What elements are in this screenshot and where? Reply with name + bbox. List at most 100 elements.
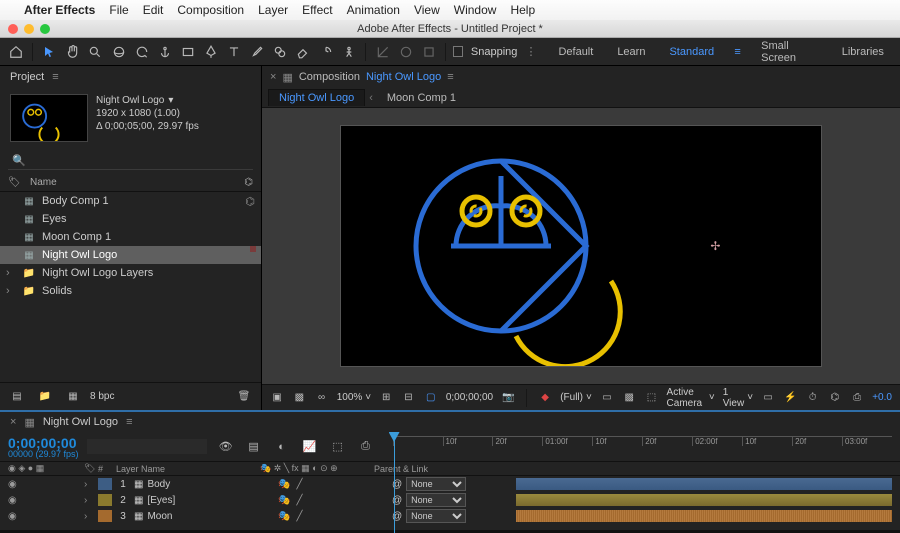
res-dropdown[interactable]: (Full) ˅ bbox=[560, 392, 592, 403]
expand-icon[interactable]: › bbox=[6, 285, 16, 297]
menu-window[interactable]: Window bbox=[454, 3, 497, 17]
new-folder-button[interactable]: 📁 bbox=[34, 386, 56, 408]
expand-icon[interactable]: › bbox=[84, 479, 94, 490]
bpc-label[interactable]: 8 bpc bbox=[90, 391, 114, 402]
home-button[interactable] bbox=[6, 41, 25, 63]
visibility-icon[interactable]: ◉ bbox=[8, 511, 17, 522]
roi-icon[interactable]: ▭ bbox=[600, 387, 614, 409]
guides-icon[interactable]: ▢ bbox=[424, 387, 438, 409]
expand-icon[interactable]: › bbox=[84, 511, 94, 522]
comp-canvas[interactable]: ✢ bbox=[341, 126, 821, 366]
workspace-menu-icon[interactable]: ≡ bbox=[728, 41, 747, 63]
workspace-libraries[interactable]: Libraries bbox=[832, 46, 894, 58]
snapping-checkbox[interactable] bbox=[453, 46, 463, 57]
layer-row[interactable]: ◉ › 2 ▦[Eyes] 🎭╱ @None bbox=[0, 492, 900, 508]
clone-tool[interactable] bbox=[270, 41, 289, 63]
zoom-window-button[interactable] bbox=[40, 24, 50, 34]
list-item[interactable]: ›📁Night Owl Logo Layers bbox=[0, 264, 261, 282]
3d-view-icon[interactable]: ⬚ bbox=[644, 387, 658, 409]
roto-tool[interactable] bbox=[316, 41, 335, 63]
expand-icon[interactable]: › bbox=[6, 267, 16, 279]
tab-moon-comp[interactable]: Moon Comp 1 bbox=[377, 90, 466, 106]
label-swatch[interactable] bbox=[98, 510, 112, 522]
shy-icon[interactable]: 👁 bbox=[215, 436, 237, 458]
current-time[interactable]: 0;00;00;00 bbox=[446, 392, 493, 403]
menu-animation[interactable]: Animation bbox=[347, 3, 400, 17]
label-swatch[interactable] bbox=[98, 478, 112, 490]
channels-icon[interactable]: ◆ bbox=[538, 387, 552, 409]
workspace-smallscreen[interactable]: Small Screen bbox=[751, 40, 828, 64]
layer-bar[interactable] bbox=[516, 478, 892, 490]
render-icon[interactable]: ⎙ bbox=[850, 387, 864, 409]
lock-icon[interactable]: ▦ bbox=[282, 71, 292, 84]
parent-select[interactable]: None bbox=[406, 493, 466, 507]
flowchart-icon[interactable]: ⌬ bbox=[245, 195, 255, 208]
interpret-icon[interactable]: ▤ bbox=[6, 386, 28, 408]
puppet-tool[interactable] bbox=[339, 41, 358, 63]
tab-night-owl[interactable]: Night Owl Logo bbox=[268, 89, 365, 106]
rotate-tool[interactable] bbox=[132, 41, 151, 63]
timeline-icon[interactable]: ⏱ bbox=[806, 387, 820, 409]
close-tab-icon[interactable]: × bbox=[270, 71, 276, 83]
mask-icon[interactable]: ∞ bbox=[314, 387, 328, 409]
close-tab-icon[interactable]: × bbox=[10, 416, 16, 428]
workspace-learn[interactable]: Learn bbox=[607, 46, 655, 58]
layer-row[interactable]: ◉ › 1 ▦Body 🎭╱ @None bbox=[0, 476, 900, 492]
project-tab[interactable]: Project bbox=[10, 71, 44, 83]
lock-icon[interactable]: ▦ bbox=[24, 416, 34, 429]
layer-bar[interactable] bbox=[516, 494, 892, 506]
time-ruler[interactable]: 10f 20f 01:00f 10f 20f 02:00f 10f 20f 03… bbox=[393, 432, 892, 461]
crumb-comp[interactable]: Night Owl Logo bbox=[366, 71, 441, 83]
world-axis-icon[interactable] bbox=[396, 41, 415, 63]
brush-tool[interactable] bbox=[247, 41, 266, 63]
rect-tool[interactable] bbox=[178, 41, 197, 63]
parent-select[interactable]: None bbox=[406, 509, 466, 523]
search-input[interactable] bbox=[32, 155, 249, 167]
pen-tool[interactable] bbox=[201, 41, 220, 63]
anchor-point-icon[interactable]: ✢ bbox=[710, 239, 720, 253]
list-item[interactable]: ▦Eyes bbox=[0, 210, 261, 228]
transparency-icon[interactable]: ▩ bbox=[622, 387, 636, 409]
menu-composition[interactable]: Composition bbox=[177, 3, 244, 17]
orbit-tool[interactable] bbox=[109, 41, 128, 63]
close-window-button[interactable] bbox=[8, 24, 18, 34]
camera-dropdown[interactable]: Active Camera ˅ bbox=[667, 387, 715, 409]
list-item[interactable]: ▦Body Comp 1⌬ bbox=[0, 192, 261, 210]
visibility-icon[interactable]: ◉ bbox=[8, 479, 17, 490]
col-name[interactable]: Name bbox=[30, 177, 236, 188]
exposure-value[interactable]: +0.0 bbox=[872, 392, 892, 403]
panel-menu-icon[interactable]: ≡ bbox=[447, 71, 453, 83]
views-dropdown[interactable]: 1 View ˅ bbox=[723, 387, 753, 409]
layer-row[interactable]: ◉ › 3 ▦Moon 🎭╱ @None bbox=[0, 508, 900, 524]
label-swatch[interactable] bbox=[98, 494, 112, 506]
col-layer-name[interactable]: Layer Name bbox=[116, 464, 256, 474]
motion-blur-icon[interactable]: ◐ bbox=[271, 436, 293, 458]
layer-search[interactable] bbox=[87, 439, 207, 454]
panel-menu-icon[interactable]: ≡ bbox=[126, 416, 132, 428]
snap-opts-icon[interactable]: ⋮ bbox=[521, 41, 540, 63]
dropdown-icon[interactable]: ▾ bbox=[168, 94, 173, 107]
fast-previews-icon[interactable]: ⚡ bbox=[783, 387, 797, 409]
new-comp-button[interactable]: ▦ bbox=[62, 386, 84, 408]
grid-icon[interactable]: ⊟ bbox=[401, 387, 415, 409]
frame-blend-icon[interactable]: ▤ bbox=[243, 436, 265, 458]
minimize-window-button[interactable] bbox=[24, 24, 34, 34]
graph-editor-icon[interactable]: 📈 bbox=[299, 436, 321, 458]
app-name[interactable]: After Effects bbox=[24, 3, 95, 17]
zoom-tool[interactable] bbox=[86, 41, 105, 63]
flowchart-icon[interactable]: ⌬ bbox=[828, 387, 842, 409]
flowchart-icon[interactable]: ⌬ bbox=[244, 177, 253, 188]
draft3d-icon[interactable]: ⬚ bbox=[327, 436, 349, 458]
list-item[interactable]: ▦Night Owl Logo bbox=[0, 246, 261, 264]
visibility-icon[interactable]: ◉ bbox=[8, 495, 17, 506]
menu-help[interactable]: Help bbox=[510, 3, 535, 17]
tag-icon[interactable]: 🏷 bbox=[8, 177, 22, 188]
view-axis-icon[interactable] bbox=[419, 41, 438, 63]
comp-thumbnail[interactable] bbox=[10, 94, 88, 142]
anchor-tool[interactable] bbox=[155, 41, 174, 63]
type-tool[interactable] bbox=[224, 41, 243, 63]
zoom-dropdown[interactable]: 100% ˅ bbox=[337, 392, 371, 403]
render-icon[interactable]: ⎙ bbox=[355, 436, 377, 458]
parent-select[interactable]: None bbox=[406, 477, 466, 491]
hand-tool[interactable] bbox=[63, 41, 82, 63]
